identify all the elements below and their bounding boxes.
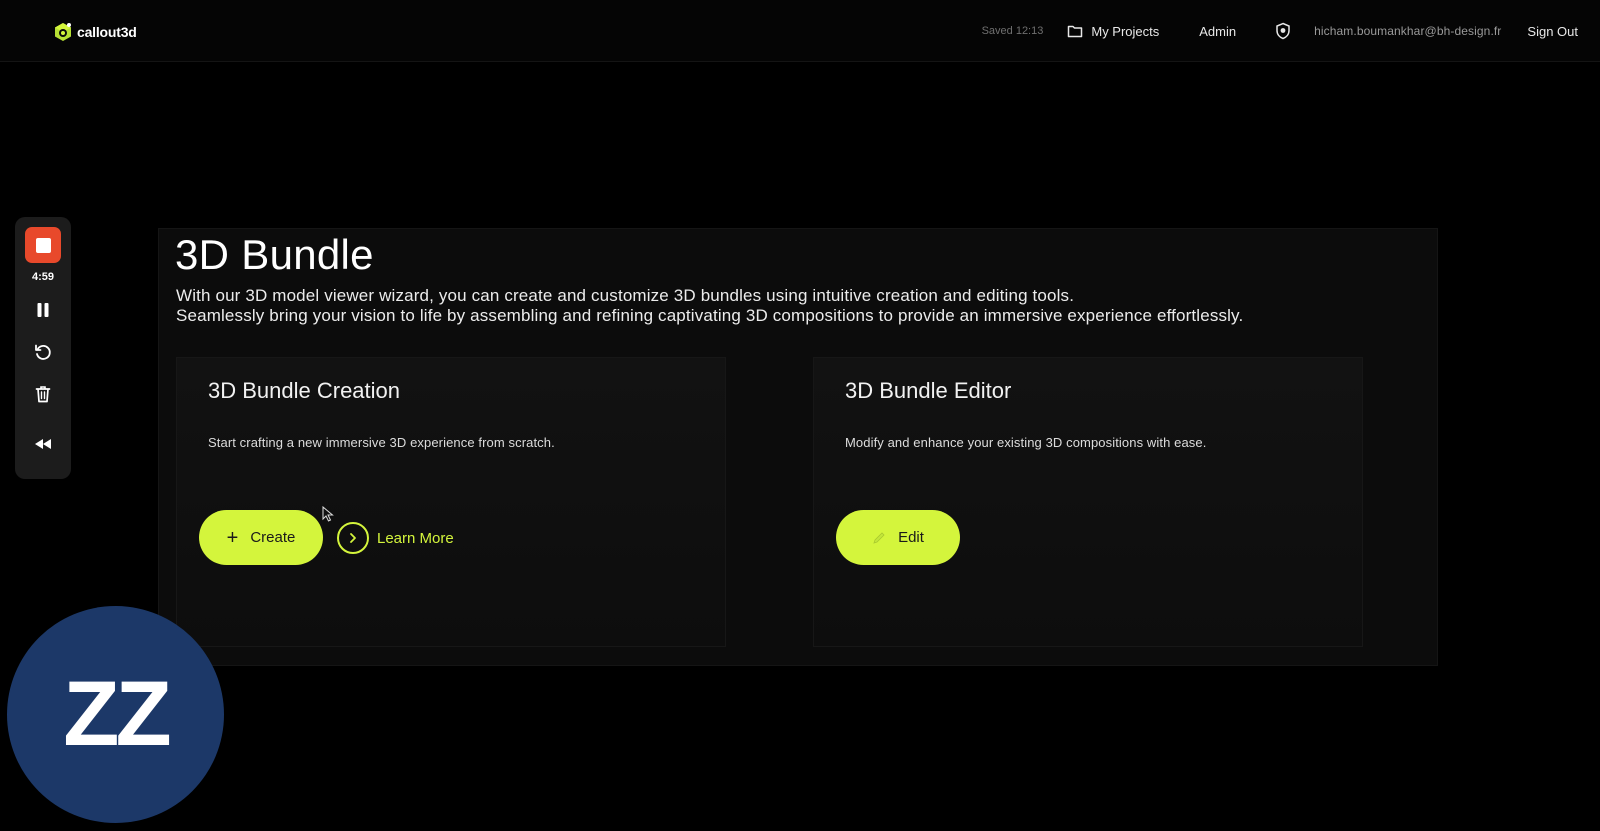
avatar: ZZ bbox=[7, 606, 224, 823]
page-description: With our 3D model viewer wizard, you can… bbox=[176, 286, 1426, 326]
bundle-creation-card: 3D Bundle Creation Start crafting a new … bbox=[176, 357, 726, 647]
recording-timer: 4:59 bbox=[31, 271, 55, 283]
collapse-toolbar-button[interactable] bbox=[28, 429, 58, 459]
folder-icon bbox=[1068, 25, 1083, 38]
learn-more-label: Learn More bbox=[377, 529, 454, 547]
card-description: Start crafting a new immersive 3D experi… bbox=[208, 435, 555, 450]
edit-button-label: Edit bbox=[898, 529, 924, 546]
top-navigation: callout3d Saved 12:13 My Projects Admin … bbox=[0, 0, 1600, 62]
card-title: 3D Bundle Editor bbox=[845, 378, 1012, 403]
description-line-1: With our 3D model viewer wizard, you can… bbox=[176, 286, 1075, 305]
bundle-editor-card: 3D Bundle Editor Modify and enhance your… bbox=[813, 357, 1363, 647]
app-logo[interactable]: callout3d bbox=[52, 20, 137, 44]
pause-icon bbox=[37, 303, 49, 317]
restart-button[interactable] bbox=[28, 337, 58, 367]
trash-icon bbox=[35, 386, 51, 403]
create-button[interactable]: + Create bbox=[199, 510, 323, 565]
saved-status: Saved 12:13 bbox=[981, 25, 1044, 37]
admin-link[interactable]: Admin bbox=[1199, 24, 1236, 39]
sign-out-link[interactable]: Sign Out bbox=[1527, 24, 1578, 39]
page-title: 3D Bundle bbox=[175, 231, 374, 278]
mouse-cursor-icon bbox=[322, 506, 334, 522]
pause-button[interactable] bbox=[28, 295, 58, 325]
collapse-icon bbox=[35, 439, 51, 449]
description-line-2: Seamlessly bring your vision to life by … bbox=[176, 306, 1244, 325]
delete-recording-button[interactable] bbox=[28, 379, 58, 409]
chevron-right-circle-icon bbox=[337, 522, 369, 554]
card-description: Modify and enhance your existing 3D comp… bbox=[845, 435, 1207, 450]
pencil-icon bbox=[873, 531, 885, 544]
shield-icon[interactable] bbox=[1274, 22, 1292, 40]
my-projects-link[interactable]: My Projects bbox=[1067, 24, 1159, 39]
stop-recording-button[interactable] bbox=[25, 227, 61, 263]
my-projects-label: My Projects bbox=[1091, 23, 1160, 39]
plus-icon: + bbox=[226, 526, 239, 549]
restart-icon bbox=[35, 344, 51, 360]
bundle-panel: 3D Bundle With our 3D model viewer wizar… bbox=[158, 228, 1438, 666]
logo-text: callout3d bbox=[77, 24, 137, 40]
nav-right: Saved 12:13 My Projects Admin hicham.bou… bbox=[982, 0, 1578, 62]
logo-icon bbox=[55, 23, 71, 41]
card-title: 3D Bundle Creation bbox=[208, 378, 401, 403]
admin-label: Admin bbox=[1199, 23, 1237, 39]
learn-more-link[interactable]: Learn More bbox=[337, 522, 454, 554]
user-email: hicham.boumankhar@bh-design.fr bbox=[1314, 24, 1502, 38]
edit-button[interactable]: Edit bbox=[836, 510, 960, 565]
create-button-label: Create bbox=[250, 529, 296, 546]
recording-toolbar: 4:59 bbox=[15, 217, 71, 479]
